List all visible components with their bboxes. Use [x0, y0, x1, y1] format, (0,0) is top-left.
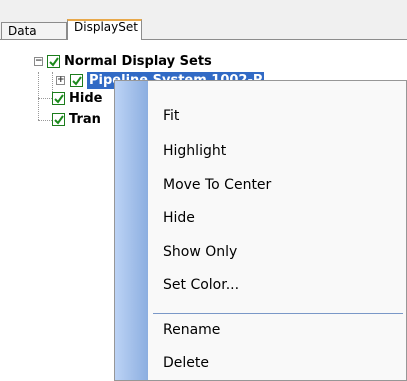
tree-line [38, 120, 52, 122]
menu-item-fit[interactable]: Fit [163, 106, 179, 126]
menu-item-hide[interactable]: Hide [163, 208, 195, 228]
tree-item-normal-display-sets[interactable]: Normal Display Sets [64, 53, 212, 70]
checkbox-pipeline-system[interactable] [70, 74, 83, 87]
menu-item-highlight[interactable]: Highlight [163, 141, 226, 161]
checkbox-hide[interactable] [52, 92, 65, 105]
menu-item-set-color[interactable]: Set Color... [163, 275, 239, 295]
tab-displayset[interactable]: DisplaySet [67, 19, 142, 40]
tree-line [52, 72, 54, 92]
menu-item-move-to-center[interactable]: Move To Center [163, 175, 271, 195]
tab-displayset-label: DisplaySet [74, 20, 138, 34]
collapse-icon[interactable]: − [34, 57, 43, 66]
tree-item-hide[interactable]: Hide [69, 90, 102, 107]
checkbox-tran[interactable] [52, 113, 65, 126]
menu-item-show-only[interactable]: Show Only [163, 242, 237, 262]
menu-icon-gutter [115, 81, 148, 380]
checkbox-normal-display-sets[interactable] [47, 55, 60, 68]
tab-data[interactable]: Data [1, 22, 67, 39]
menu-item-delete[interactable]: Delete [163, 353, 209, 373]
tree-line [38, 98, 52, 100]
checkmark-icon [72, 76, 82, 86]
tree-item-tran[interactable]: Tran [69, 111, 101, 128]
expand-icon[interactable]: + [56, 76, 65, 85]
context-menu: Fit Highlight Move To Center Hide Show O… [114, 80, 407, 381]
tree-line [38, 72, 40, 120]
menu-separator [153, 313, 403, 314]
checkmark-icon [54, 94, 64, 104]
menu-item-rename[interactable]: Rename [163, 320, 220, 340]
checkmark-icon [54, 115, 64, 125]
tab-strip: Data DisplaySet [0, 0, 407, 40]
tab-data-label: Data [8, 24, 37, 38]
checkmark-icon [49, 57, 59, 67]
